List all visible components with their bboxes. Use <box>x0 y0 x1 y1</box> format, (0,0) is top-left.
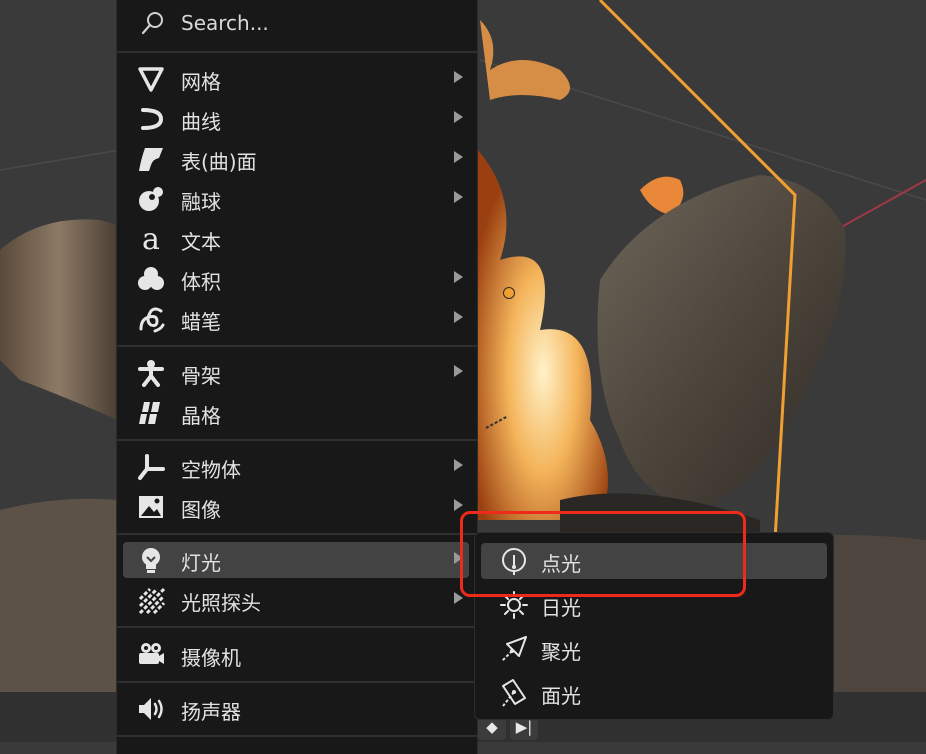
menu-item-image[interactable]: 图像 <box>123 489 469 525</box>
menu-item-label: 摄像机 <box>181 646 241 670</box>
menu-item-volume[interactable]: 体积 <box>123 261 469 297</box>
menu-item-speaker[interactable]: 扬声器 <box>123 691 469 727</box>
menu-item-surface[interactable]: 表(曲)面 <box>123 141 469 177</box>
menu-item-camera[interactable]: 摄像机 <box>123 637 469 673</box>
menu-separator <box>117 626 477 628</box>
menu-item-label: 曲线 <box>181 110 221 134</box>
menu-separator <box>117 51 477 53</box>
menu-item-grease-pencil[interactable]: 蜡笔 <box>123 301 469 337</box>
submenu-arrow-icon <box>454 311 463 323</box>
submenu-item-label: 聚光 <box>541 640 581 664</box>
menu-item-label: 扬声器 <box>181 700 241 724</box>
submenu-arrow-icon <box>454 271 463 283</box>
text-icon: a <box>137 225 165 253</box>
menu-item-curve[interactable]: 曲线 <box>123 101 469 137</box>
curve-icon <box>137 105 165 133</box>
menu-item-light[interactable]: 灯光 <box>123 542 469 578</box>
menu-separator <box>117 533 477 535</box>
submenu-arrow-icon <box>454 459 463 471</box>
spot-light-icon <box>499 634 529 664</box>
light-probe-icon <box>137 586 165 614</box>
menu-search[interactable]: Search... <box>117 0 477 46</box>
menu-item-armature[interactable]: 骨架 <box>123 355 469 391</box>
lattice-icon <box>137 399 165 427</box>
search-icon <box>139 9 167 37</box>
area-light-icon <box>499 678 529 708</box>
menu-item-label: 表(曲)面 <box>181 150 257 174</box>
search-label: Search... <box>181 11 269 35</box>
menu-item-label: 灯光 <box>181 551 221 575</box>
menu-separator <box>117 439 477 441</box>
submenu-arrow-icon <box>454 111 463 123</box>
submenu-arrow-icon <box>454 151 463 163</box>
menu-item-metaball[interactable]: 融球 <box>123 181 469 217</box>
menu-item-mesh[interactable]: 网格 <box>123 61 469 97</box>
image-icon <box>137 493 165 521</box>
submenu-arrow-icon <box>454 365 463 377</box>
menu-item-empty[interactable]: 空物体 <box>123 449 469 485</box>
menu-item-label: 骨架 <box>181 364 221 388</box>
menu-item-label: 文本 <box>181 230 221 254</box>
submenu-arrow-icon <box>454 499 463 511</box>
menu-item-label: 晶格 <box>181 404 221 428</box>
menu-item-light-probe[interactable]: 光照探头 <box>123 582 469 618</box>
metaball-icon <box>137 185 165 213</box>
svg-text:a: a <box>142 225 160 253</box>
submenu-item-label: 面光 <box>541 684 581 708</box>
annotation-highlight-box <box>460 511 746 597</box>
speaker-icon <box>137 695 165 723</box>
volume-icon <box>137 265 165 293</box>
menu-item-label: 图像 <box>181 498 221 522</box>
menu-separator <box>117 345 477 347</box>
menu-item-label: 光照探头 <box>181 591 261 615</box>
menu-item-label: 网格 <box>181 70 221 94</box>
camera-icon <box>137 641 165 669</box>
menu-item-label: 空物体 <box>181 458 241 482</box>
submenu-item-area-light[interactable]: 面光 <box>481 675 827 711</box>
mesh-icon <box>137 65 165 93</box>
armature-icon <box>137 359 165 387</box>
menu-item-label: 融球 <box>181 190 221 214</box>
submenu-item-spot-light[interactable]: 聚光 <box>481 631 827 667</box>
menu-item-label: 体积 <box>181 270 221 294</box>
submenu-arrow-icon <box>454 191 463 203</box>
light-bulb-icon <box>137 546 165 574</box>
menu-separator <box>117 735 477 737</box>
add-object-menu: Search... 网格 曲线 表(曲)面 融球 a 文本 体积 蜡笔 骨架 晶… <box>116 0 478 754</box>
menu-item-text[interactable]: a 文本 <box>123 221 469 257</box>
submenu-arrow-icon <box>454 592 463 604</box>
grease-pencil-icon <box>137 305 165 333</box>
submenu-arrow-icon <box>454 71 463 83</box>
menu-item-label: 蜡笔 <box>181 310 221 334</box>
surface-icon <box>137 145 165 173</box>
empty-icon <box>137 453 165 481</box>
menu-item-lattice[interactable]: 晶格 <box>123 395 469 431</box>
menu-separator <box>117 681 477 683</box>
